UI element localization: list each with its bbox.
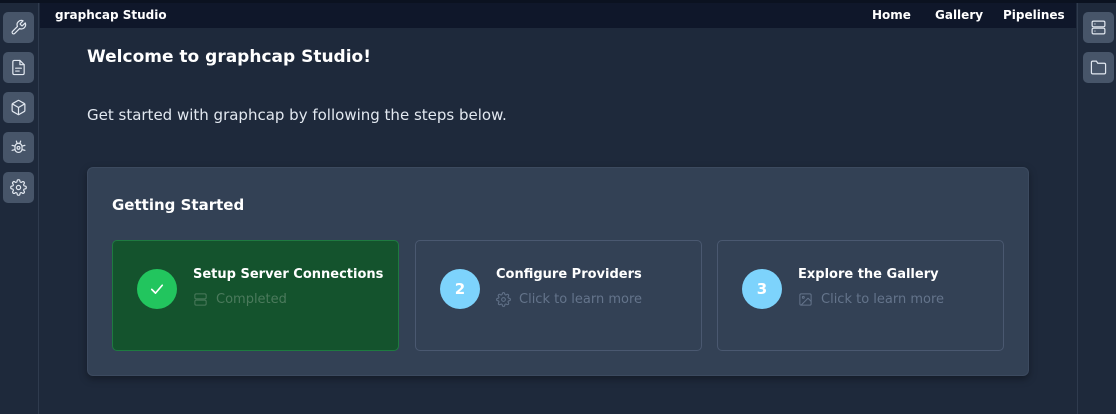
step-title: Explore the Gallery	[798, 267, 939, 282]
step-title: Setup Server Connections	[193, 267, 384, 282]
step-number-badge: 3	[742, 269, 782, 309]
server-icon	[1091, 20, 1106, 35]
server-icon	[194, 293, 207, 306]
wrench-tool-button[interactable]	[3, 12, 34, 43]
nav-home[interactable]: Home	[872, 8, 911, 22]
image-icon	[799, 293, 812, 306]
cube-tool-button[interactable]	[3, 92, 34, 123]
checkmark-icon	[150, 284, 164, 294]
step-status: Click to learn more	[496, 292, 642, 307]
right-sidebar	[1077, 3, 1116, 414]
step-complete-badge	[137, 269, 177, 309]
step-setup-server-connections[interactable]: Setup Server Connections Completed	[112, 240, 399, 351]
bug-settings-icon	[11, 140, 26, 154]
folder-panel-button[interactable]	[1083, 52, 1114, 83]
step-status-text: Click to learn more	[821, 292, 945, 307]
page-subtitle: Get started with graphcap by following t…	[87, 106, 507, 124]
nav-pipelines[interactable]: Pipelines	[1003, 8, 1065, 22]
getting-started-card: Getting Started Setup Server Connections…	[87, 167, 1029, 376]
step-status: Click to learn more	[798, 292, 944, 307]
getting-started-title: Getting Started	[112, 196, 245, 214]
bug-settings-tool-button[interactable]	[3, 132, 34, 163]
left-sidebar	[0, 3, 39, 414]
server-panel-button[interactable]	[1083, 12, 1114, 43]
step-status: Completed	[193, 292, 287, 307]
wrench-icon	[11, 19, 27, 35]
nav-gallery[interactable]: Gallery	[935, 8, 983, 22]
step-title: Configure Providers	[496, 267, 642, 282]
document-tool-button[interactable]	[3, 52, 34, 83]
step-explore-gallery[interactable]: 3 Explore the Gallery Click to learn mor…	[717, 240, 1004, 351]
cube-icon	[11, 99, 26, 116]
app-brand[interactable]: graphcap Studio	[55, 8, 167, 22]
settings-tool-button[interactable]	[3, 172, 34, 203]
gear-icon	[496, 292, 511, 307]
step-status-text: Click to learn more	[519, 292, 643, 307]
document-icon	[12, 59, 25, 76]
step-status-text: Completed	[216, 292, 287, 307]
page-title: Welcome to graphcap Studio!	[87, 47, 371, 67]
gear-icon	[10, 179, 27, 196]
folder-icon	[1090, 60, 1107, 75]
step-configure-providers[interactable]: 2 Configure Providers Click to learn mor…	[415, 240, 702, 351]
step-number-badge: 2	[440, 269, 480, 309]
top-navbar: graphcap Studio Home Gallery Pipelines	[40, 3, 1076, 28]
